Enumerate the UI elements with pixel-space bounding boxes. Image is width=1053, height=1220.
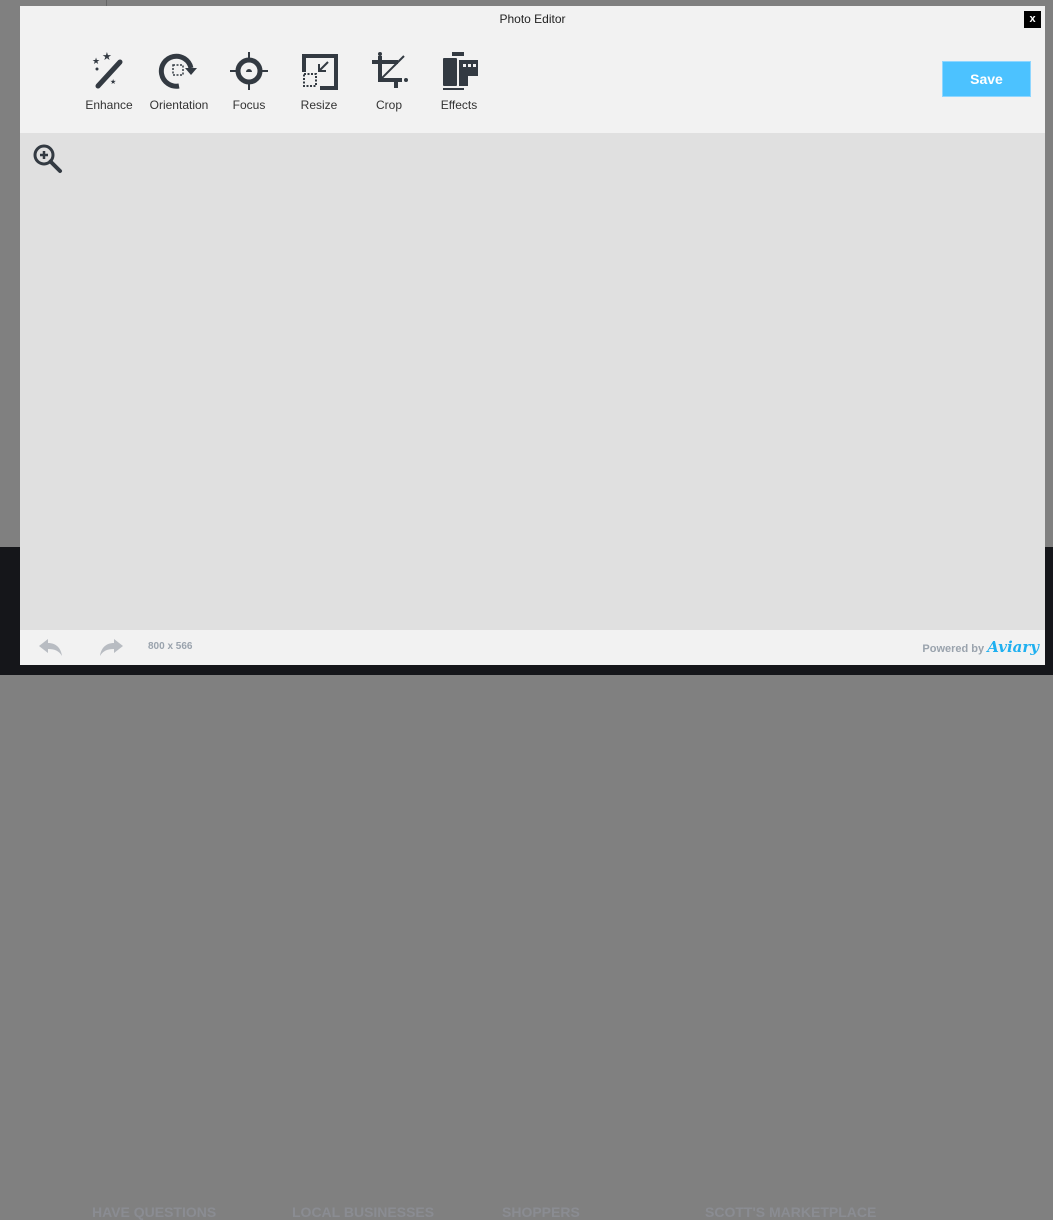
tool-label: Resize (300, 98, 338, 112)
nav-have-questions[interactable]: HAVE QUESTIONS (92, 1204, 216, 1220)
tool-label: Crop (375, 98, 402, 112)
aviary-logo: Aviary (987, 638, 1039, 656)
nav-local-businesses[interactable]: LOCAL BUSINESSES (292, 1204, 434, 1220)
editor-title: Photo Editor (499, 12, 566, 26)
nav-shoppers[interactable]: SHOPPERS (502, 1204, 580, 1220)
redo-icon[interactable] (98, 637, 124, 657)
undo-icon[interactable] (38, 637, 64, 657)
tool-enhance[interactable]: ★ ★ ★ Enhance (74, 50, 144, 112)
tool-focus[interactable]: Focus (214, 50, 284, 112)
powered-by[interactable]: Powered by Aviary (922, 638, 1039, 656)
zoom-in-icon[interactable] (32, 143, 64, 175)
tool-orientation[interactable]: Orientation (144, 50, 214, 112)
nav-marketplace[interactable]: SCOTT'S MARKETPLACE (705, 1204, 876, 1220)
image-canvas[interactable] (20, 133, 1045, 630)
tool-label: Focus (232, 98, 266, 112)
crosshair-icon (230, 52, 268, 90)
magic-wand-icon: ★ ★★ (92, 51, 123, 89)
svg-text:★: ★ (102, 51, 112, 63)
powered-by-label: Powered by (922, 643, 985, 655)
tool-label: Effects (440, 98, 478, 112)
editor-footer: 800 x 566 Powered by Aviary (20, 630, 1045, 665)
rotate-icon (158, 53, 197, 89)
image-dimensions: 800 x 566 (148, 641, 193, 652)
svg-text:★: ★ (110, 78, 116, 86)
crop-icon (372, 52, 408, 88)
tool-label: Enhance (85, 98, 133, 112)
tool-label: Orientation (149, 98, 209, 112)
tool-crop[interactable]: Crop (354, 50, 424, 112)
tool-resize[interactable]: Resize (284, 50, 354, 112)
photo-editor-modal: Photo Editor x ★ ★ ★ Enhance Orientation F… (20, 6, 1045, 665)
resize-icon (302, 54, 338, 90)
save-button[interactable]: Save (942, 61, 1031, 97)
film-icon (443, 52, 478, 90)
svg-text:★: ★ (92, 56, 100, 66)
tool-effects[interactable]: Effects (424, 50, 494, 112)
close-button[interactable]: x (1024, 11, 1041, 28)
